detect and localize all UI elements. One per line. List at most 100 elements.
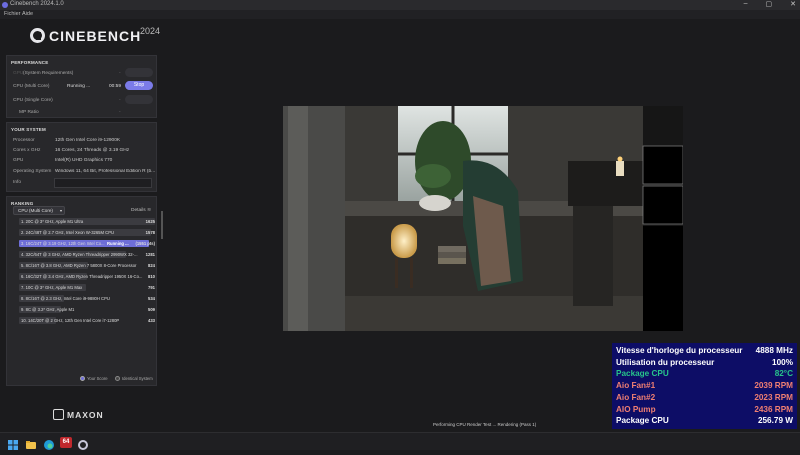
hwmon-value: 2039 RPM <box>754 381 793 391</box>
ranking-status: Running ... <box>107 241 129 246</box>
ranking-label: 4. 32C/64T @ 3 GHz, AMD Ryzen Threadripp… <box>21 252 138 257</box>
window-controls: – ▢ ✕ <box>744 0 796 8</box>
cinebench-logo: CINEBENCH 2024 <box>30 26 165 48</box>
hwmon-row: AIO Pump 2436 RPM <box>616 405 793 416</box>
ranking-score: 1281 <box>145 252 155 257</box>
ranking-label: 5. 8C/16T @ 3.8 GHz, AMD Ryzen 7 5800X 8… <box>21 263 137 268</box>
cpu-single-label: CPU (Single Core) <box>13 98 53 103</box>
cores-label: Cores x GHz <box>13 148 41 153</box>
hwmon-row: Package CPU 256.79 W <box>616 416 793 427</box>
os-value: Windows 11, 64 Bit, Professional Edition… <box>55 169 155 174</box>
maxon-name: MAXON <box>67 410 104 420</box>
cinebench-taskbar-icon[interactable] <box>78 437 88 450</box>
system-requirements-link[interactable]: (System Requirements) <box>23 71 73 76</box>
cpu-multi-timer: 00:59 <box>109 84 122 89</box>
ranking-scrollbar[interactable] <box>161 211 163 239</box>
logo-year: 2024 <box>140 26 161 36</box>
hwmon-value: 2436 RPM <box>754 404 793 414</box>
gpu-info-value: Intel(R) UHD Graphics 770 <box>55 158 113 163</box>
hwmon-label: Package CPU <box>616 416 669 426</box>
menu-aide[interactable]: Aide <box>22 11 33 17</box>
hwmon-label: Aio Fan#1 <box>616 381 656 391</box>
ranking-mode-select[interactable]: CPU (Multi Core) ▾ <box>13 206 65 215</box>
ranking-label: 10. 14C/20T @ 2 GHz, 12th Gen Intel Core… <box>21 318 120 323</box>
edge-browser-icon[interactable] <box>44 437 54 450</box>
ranking-score: 534 <box>148 296 155 301</box>
ranking-row[interactable]: 9. 8C @ 3.2* GHz, Apple M1 509 <box>11 306 155 313</box>
ranking-score: 791 <box>148 285 155 290</box>
details-link[interactable]: Details <box>131 208 146 213</box>
taskbar: 64 <box>0 432 800 450</box>
performance-header: PERFORMANCE <box>11 60 49 65</box>
ranking-row[interactable]: 2. 24C/48T @ 2.7 GHz, Intel Xeon W-3265M… <box>11 229 155 236</box>
chevron-down-icon: ▾ <box>59 208 62 213</box>
legend-identical-system: Identical System <box>122 376 153 381</box>
ranking-score: 824 <box>148 263 155 268</box>
hwmon-value: 2023 RPM <box>754 392 793 402</box>
cpu-single-score-dash: - <box>119 98 121 103</box>
hwmon-value: 4888 MHz <box>755 346 793 355</box>
filter-icon[interactable]: ≋ <box>147 207 151 213</box>
ranking-label: 3. 16C/24T @ 3.19 GHz, 12th Gen Intel Co… <box>21 241 105 246</box>
maximize-icon[interactable]: ▢ <box>766 0 773 8</box>
cinebench-logo-icon <box>30 28 45 43</box>
performance-panel: PERFORMANCE GPU (System Requirements) - … <box>6 55 157 118</box>
ranking-label: 8. 8C/16T @ 2.3 GHz, Intel Core i9-9880H… <box>21 296 110 301</box>
ranking-row[interactable]: 1. 20C @ 3* GHz, Apple M1 Ultra 1625 <box>11 218 155 225</box>
gpu-label: GPU <box>13 71 24 76</box>
menu-fichier[interactable]: Fichier <box>4 11 21 17</box>
cpu-multi-status: Running ... <box>67 84 91 89</box>
ranking-row[interactable]: 10. 14C/20T @ 2 GHz, 12th Gen Intel Core… <box>11 317 155 324</box>
hwmon-label: Utilisation du processeur <box>616 357 715 367</box>
ranking-score: 433 <box>148 318 155 323</box>
gpu-score-dash: - <box>119 71 121 76</box>
gpu-start-button[interactable] <box>125 68 153 77</box>
identical-system-dot-icon <box>115 376 120 381</box>
ranking-row[interactable]: 5. 8C/16T @ 3.8 GHz, AMD Ryzen 7 5800X 8… <box>11 262 155 269</box>
hwmon-label: Aio Fan#2 <box>616 392 656 402</box>
cpu-multi-label: CPU (Multi Core) <box>13 84 50 89</box>
processor-label: Processor <box>13 138 35 143</box>
render-image <box>283 106 683 331</box>
mp-ratio-label: MP Ratio <box>19 110 39 115</box>
ranking-score: 1578 <box>145 230 155 235</box>
ranking-label: 2. 24C/48T @ 2.7 GHz, Intel Xeon W-3265M… <box>21 230 115 235</box>
hwinfo-badge-icon[interactable]: 64 <box>60 437 72 448</box>
file-explorer-icon[interactable] <box>26 437 36 449</box>
maxon-logo-icon <box>53 409 64 420</box>
info-field[interactable] <box>54 178 152 188</box>
ranking-label: 9. 8C @ 3.2* GHz, Apple M1 <box>21 307 75 312</box>
system-panel: YOUR SYSTEM Processor 12th Gen Intel Cor… <box>6 122 157 192</box>
your-score-dot-icon <box>80 376 85 381</box>
ranking-label: 1. 20C @ 3* GHz, Apple M1 Ultra <box>21 219 84 224</box>
ranking-row[interactable]: 8. 8C/16T @ 2.3 GHz, Intel Core i9-9880H… <box>11 295 155 302</box>
ranking-mode-value: CPU (Multi Core) <box>18 208 53 213</box>
hwmon-row: Aio Fan#2 2023 RPM <box>616 393 793 404</box>
stop-button[interactable]: Stop <box>125 81 153 90</box>
ranking-row[interactable]: 7. 10C @ 3* GHz, Apple M1 Max 791 <box>11 284 155 291</box>
logo-name: CINEBENCH <box>49 28 142 44</box>
ranking-row-current[interactable]: 3. 16C/24T @ 3.19 GHz, 12th Gen Intel Co… <box>11 240 155 247</box>
hwmon-label: AIO Pump <box>616 404 656 414</box>
windows-start-icon[interactable] <box>8 437 18 450</box>
ranking-row[interactable]: 6. 16C/32T @ 3.4 GHz, AMD Ryzen Threadri… <box>11 273 155 280</box>
hwmon-row: Utilisation du processeur 100% <box>616 358 793 369</box>
ranking-row[interactable]: 4. 32C/64T @ 3 GHz, AMD Ryzen Threadripp… <box>11 251 155 258</box>
info-label: Info <box>13 180 22 185</box>
minimize-icon[interactable]: – <box>744 0 748 8</box>
system-header: YOUR SYSTEM <box>11 127 46 132</box>
hwmon-label: Package CPU <box>616 369 669 379</box>
cpu-single-start-button[interactable] <box>125 95 153 104</box>
mp-ratio-dash: - <box>119 110 121 115</box>
ranking-score: 810 <box>148 274 155 279</box>
close-icon[interactable]: ✕ <box>790 0 796 8</box>
hwmon-label: Vitesse d'horloge du processeur <box>616 346 743 355</box>
ranking-score: 1625 <box>145 219 155 224</box>
ranking-panel: RANKING CPU (Multi Core) ▾ Details ≋ 1. … <box>6 196 163 386</box>
hwmon-row: Vitesse d'horloge du processeur 4888 MHz <box>616 346 793 357</box>
processor-value: 12th Gen Intel Core i9-12900K <box>55 138 121 143</box>
hwmon-value: 256.79 W <box>757 416 793 426</box>
title-bar: Cinebench 2024.1.0 – ▢ ✕ <box>0 0 800 10</box>
window-title: Cinebench 2024.1.0 <box>10 1 64 7</box>
ranking-score: 509 <box>148 307 155 312</box>
